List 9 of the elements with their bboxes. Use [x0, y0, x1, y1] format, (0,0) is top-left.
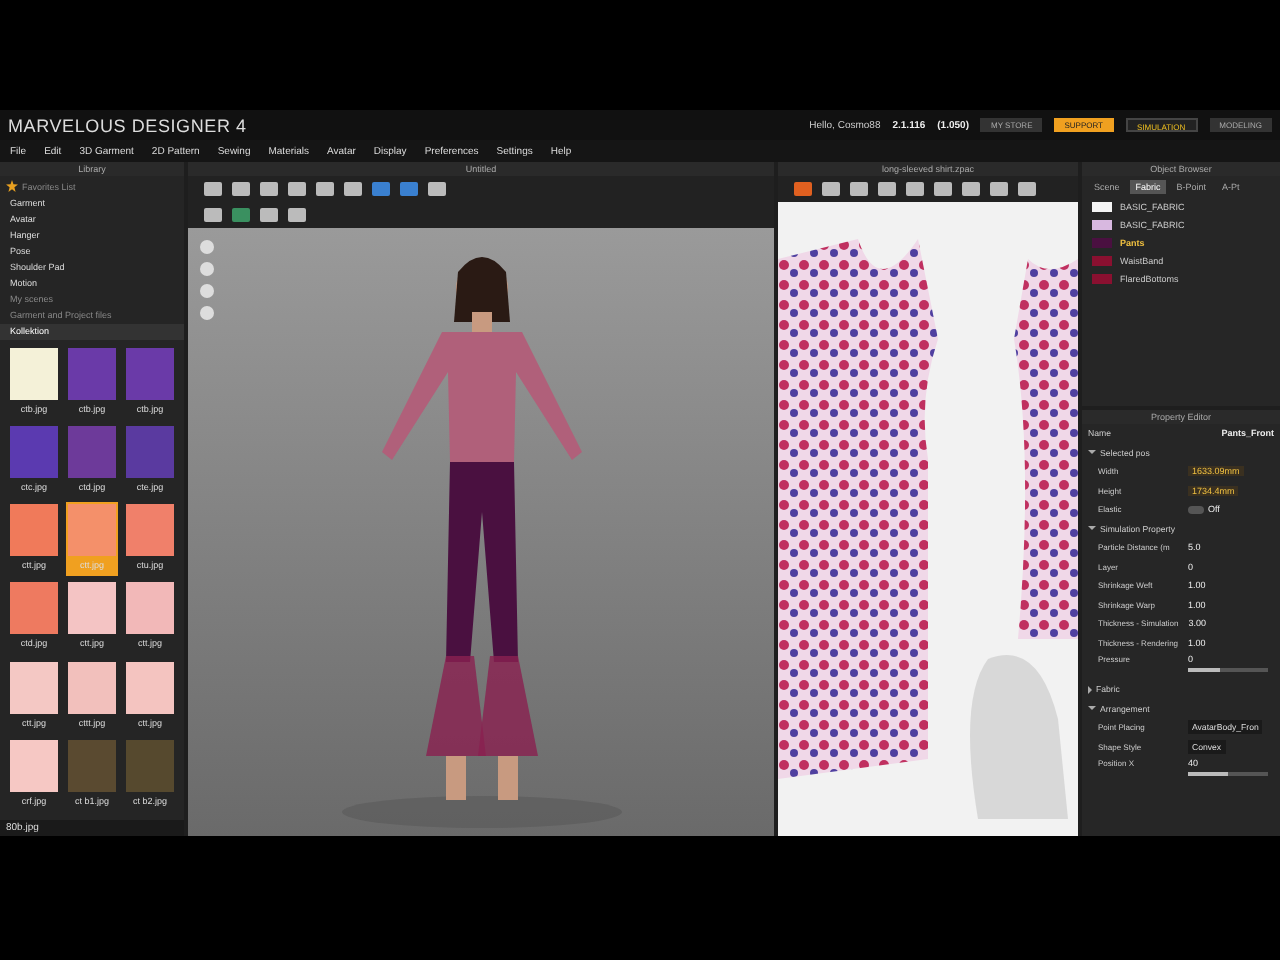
star-icon	[6, 180, 18, 192]
expand-arrow-icon[interactable]	[1088, 450, 1096, 455]
expand-arrow-icon[interactable]	[1088, 685, 1092, 694]
toggle-switch[interactable]	[1188, 505, 1204, 514]
pattern-piece[interactable]	[778, 239, 938, 779]
pattern-piece[interactable]	[1014, 259, 1078, 639]
expand-arrow-icon[interactable]	[1088, 706, 1096, 711]
app-title: MARVELOUS DESIGNER 4	[8, 115, 247, 135]
expand-arrow-icon[interactable]	[1088, 526, 1096, 531]
